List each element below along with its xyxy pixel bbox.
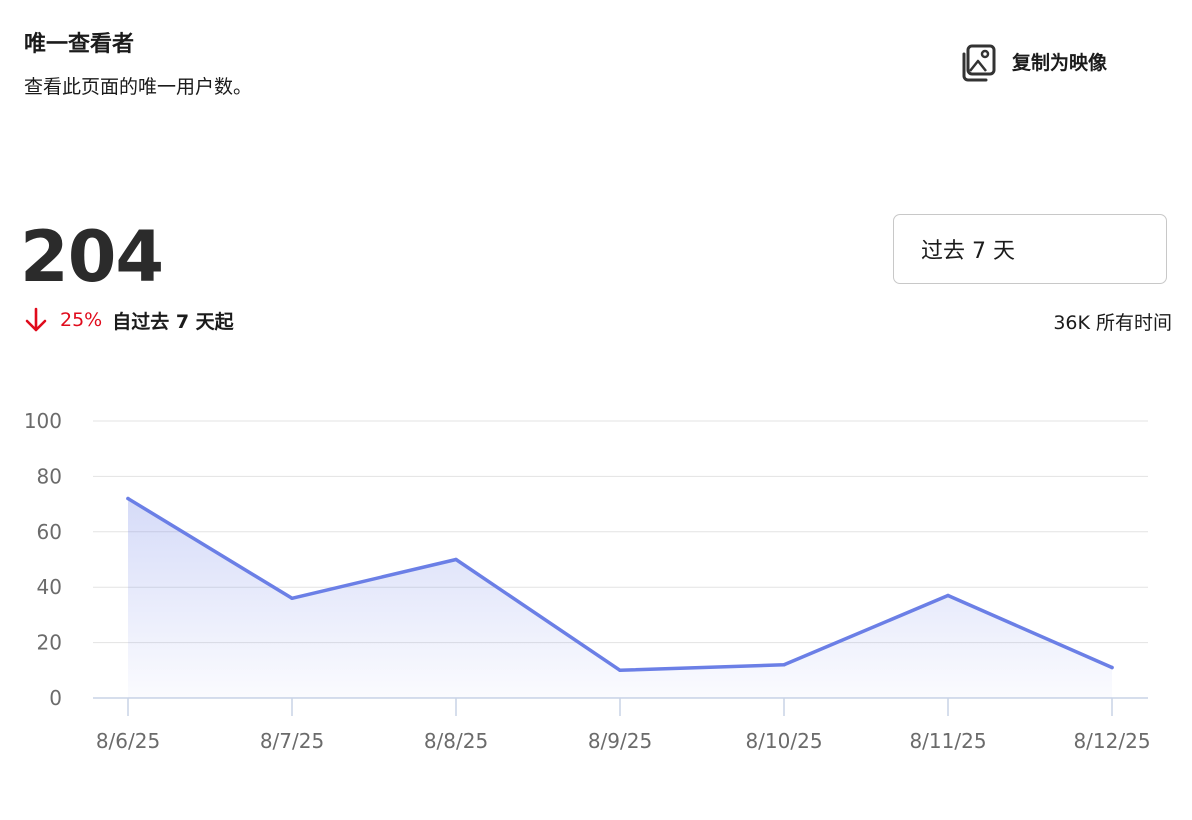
y-tick-label: 80	[37, 464, 62, 488]
trend-indicator: 25% 自过去 7 天起	[24, 304, 234, 336]
card-subtitle: 查看此页面的唯一用户数。	[24, 76, 253, 98]
card-title: 唯一查看者	[24, 32, 135, 57]
x-tick-label: 8/12/25	[1073, 729, 1150, 753]
copy-as-image-label: 复制为映像	[1012, 52, 1108, 74]
series-area	[128, 498, 1112, 698]
y-tick-label: 40	[37, 575, 62, 599]
change-percent: 25%	[60, 309, 103, 331]
data-point	[126, 496, 130, 501]
data-point	[454, 557, 458, 562]
unique-viewers-count: 204	[20, 216, 164, 298]
all-time-total: 36K 所有时间	[1053, 312, 1172, 334]
copy-as-image-button[interactable]: 复制为映像	[960, 42, 1107, 84]
x-tick-label: 8/9/25	[588, 729, 652, 753]
change-caption: 自过去 7 天起	[112, 310, 234, 333]
image-icon	[960, 43, 998, 83]
data-point	[1110, 665, 1114, 670]
x-tick-label: 8/7/25	[260, 729, 324, 753]
x-tick-label: 8/11/25	[909, 729, 986, 753]
data-point	[290, 596, 294, 601]
time-range-value: 过去 7 天	[921, 239, 1015, 264]
data-point	[782, 663, 786, 667]
data-point	[618, 668, 622, 673]
y-tick-label: 20	[37, 631, 62, 655]
x-tick-label: 8/10/25	[745, 729, 822, 753]
y-tick-label: 100	[24, 409, 62, 433]
time-range-select[interactable]: 过去 7 天	[893, 214, 1167, 284]
y-tick-label: 60	[37, 520, 62, 544]
data-point	[946, 593, 950, 598]
arrow-down-icon	[24, 306, 48, 334]
x-tick-label: 8/6/25	[96, 729, 160, 753]
unique-viewers-chart: 0 20 40 60 80 100 8/6/25 8/7/25 8/8/25 8/9/25 8/10…	[24, 409, 1151, 753]
x-tick-label: 8/8/25	[424, 729, 488, 753]
y-tick-label: 0	[49, 686, 62, 710]
